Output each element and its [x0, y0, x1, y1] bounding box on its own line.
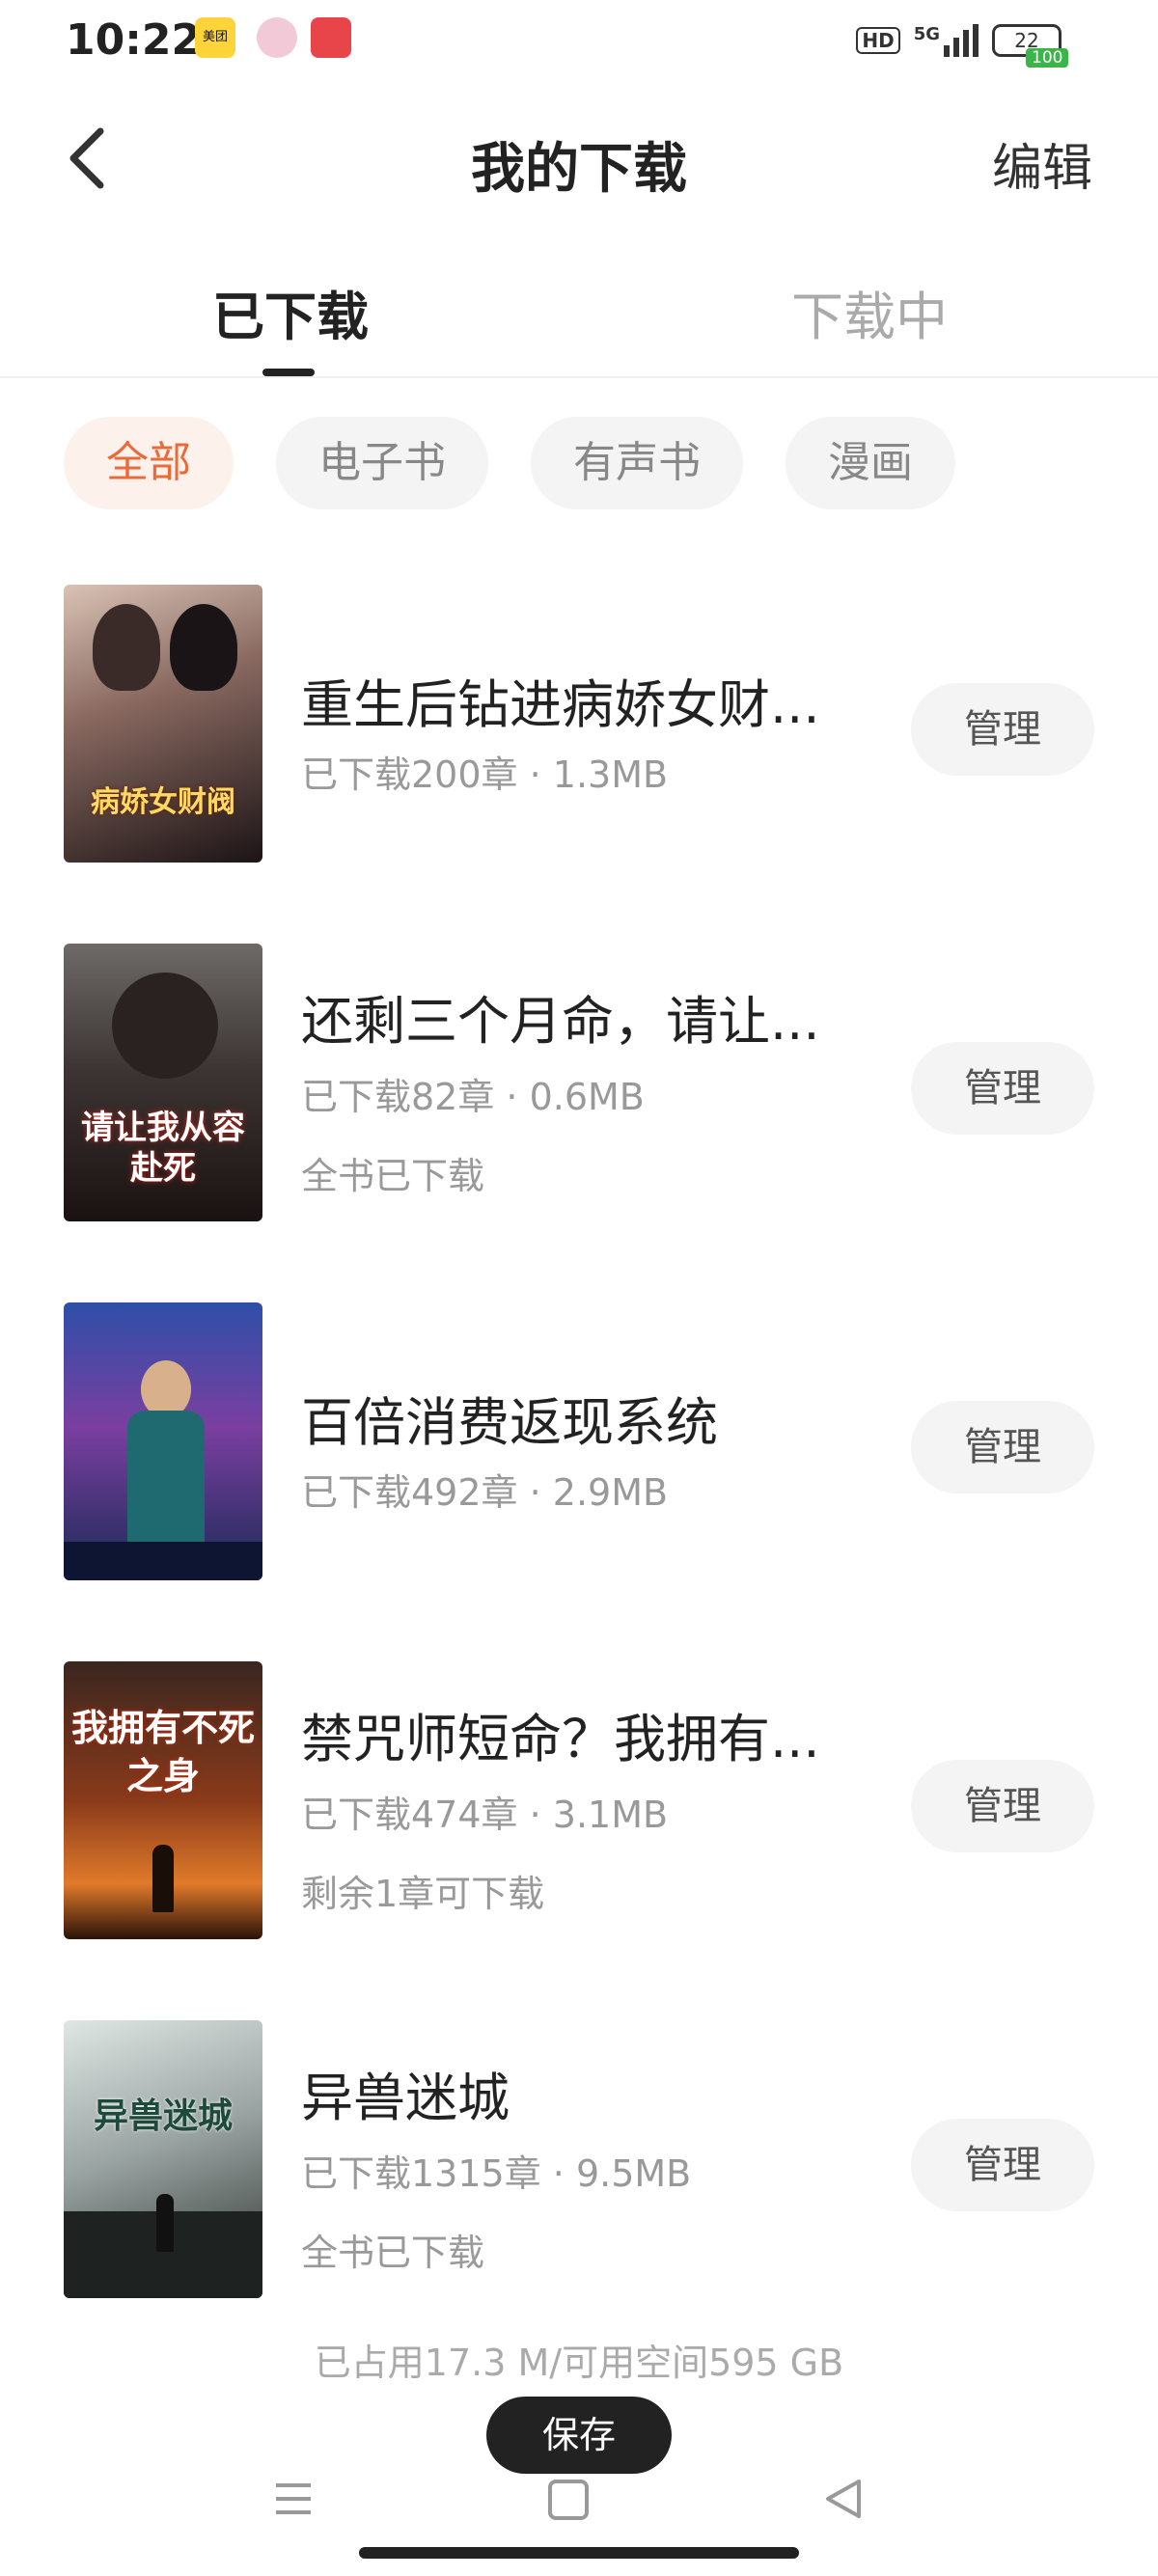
book-meta: 已下载200章 · 1.3MB	[301, 754, 669, 796]
book-title: 禁咒师短命？我拥有...	[301, 1709, 820, 1769]
book-item[interactable]: 百倍消费返现系统 已下载492章 · 2.9MB 管理	[0, 1302, 1158, 1592]
tab-downloaded[interactable]: 已下载	[212, 274, 369, 350]
battery-badge: 100	[1026, 48, 1069, 68]
edit-button[interactable]: 编辑	[992, 127, 1092, 200]
book-item[interactable]: 异兽迷城 异兽迷城 已下载1315章 · 9.5MB 全书已下载 管理	[0, 2020, 1158, 2310]
filter-ebook[interactable]: 电子书	[276, 417, 488, 509]
book-title: 异兽迷城	[301, 2068, 510, 2128]
tab-downloading[interactable]: 下载中	[791, 274, 948, 350]
filter-all[interactable]: 全部	[64, 417, 234, 509]
system-nav-bar	[0, 2470, 1158, 2576]
book-item[interactable]: 我拥有不死之身 禁咒师短命？我拥有... 已下载474章 · 3.1MB 剩余1…	[0, 1661, 1158, 1951]
tab-bar: 已下载 下载中	[0, 251, 1158, 378]
book-meta: 已下载492章 · 2.9MB	[301, 1471, 669, 1514]
status-time: 10:22	[66, 15, 202, 65]
book-meta: 已下载1315章 · 9.5MB	[301, 2152, 692, 2195]
book-status: 全书已下载	[301, 2232, 485, 2274]
manage-button[interactable]: 管理	[911, 2119, 1094, 2211]
tab-active-indicator	[262, 369, 315, 376]
home-indicator[interactable]	[359, 2547, 799, 2559]
app-notification-icon	[311, 17, 351, 58]
book-status: 全书已下载	[301, 1155, 485, 1197]
signal-icon: 5G	[914, 24, 979, 57]
cover-title: 异兽迷城	[93, 2096, 233, 2136]
book-title: 百倍消费返现系统	[301, 1392, 718, 1453]
filter-audiobook[interactable]: 有声书	[531, 417, 743, 509]
save-button[interactable]: 保存	[486, 2397, 672, 2474]
book-title: 重生后钻进病娇女财...	[301, 674, 820, 735]
cover-title: 请让我从容赴死	[81, 1109, 245, 1188]
storage-info: 已占用17.3 M/可用空间595 GB	[314, 2342, 844, 2384]
meituan-app-icon: 美团	[195, 17, 235, 58]
book-cover[interactable]: 病娇女财阀	[64, 585, 262, 863]
hd-icon: HD	[856, 27, 900, 54]
battery-icon: 22 100	[992, 24, 1069, 68]
home-icon[interactable]	[548, 2480, 589, 2520]
book-cover[interactable]: 异兽迷城	[64, 2020, 262, 2298]
book-cover[interactable]	[64, 1302, 262, 1580]
book-meta: 已下载474章 · 3.1MB	[301, 1794, 669, 1836]
manage-button[interactable]: 管理	[911, 1042, 1094, 1135]
menu-icon[interactable]	[272, 2478, 315, 2520]
status-indicators: HD 5G 22 100	[856, 19, 1069, 68]
cover-title: 我拥有不死之身	[70, 1707, 255, 1797]
network-type: 5G	[913, 24, 940, 44]
manage-button[interactable]: 管理	[911, 1760, 1094, 1852]
book-status: 剩余1章可下载	[301, 1873, 545, 1915]
book-cover[interactable]: 我拥有不死之身	[64, 1661, 262, 1939]
manage-button[interactable]: 管理	[911, 1401, 1094, 1494]
book-meta: 已下载82章 · 0.6MB	[301, 1076, 645, 1118]
book-item[interactable]: 病娇女财阀 重生后钻进病娇女财... 已下载200章 · 1.3MB 管理	[0, 585, 1158, 874]
filter-comic[interactable]: 漫画	[786, 417, 955, 509]
manage-button[interactable]: 管理	[911, 683, 1094, 776]
book-title: 还剩三个月命，请让...	[301, 991, 820, 1052]
page-title: 我的下载	[471, 138, 687, 201]
book-item[interactable]: 请让我从容赴死 还剩三个月命，请让... 已下载82章 · 0.6MB 全书已下…	[0, 944, 1158, 1233]
book-cover[interactable]: 请让我从容赴死	[64, 944, 262, 1221]
filter-chips: 全部 电子书 有声书 漫画	[64, 417, 955, 509]
header: 我的下载 编辑	[0, 96, 1158, 222]
cover-title: 病娇女财阀	[91, 785, 235, 819]
back-triangle-icon[interactable]	[822, 2478, 865, 2520]
status-bar: 10:22 美团 HD 5G 22 100	[0, 0, 1158, 87]
app-notification-icon	[257, 17, 297, 58]
